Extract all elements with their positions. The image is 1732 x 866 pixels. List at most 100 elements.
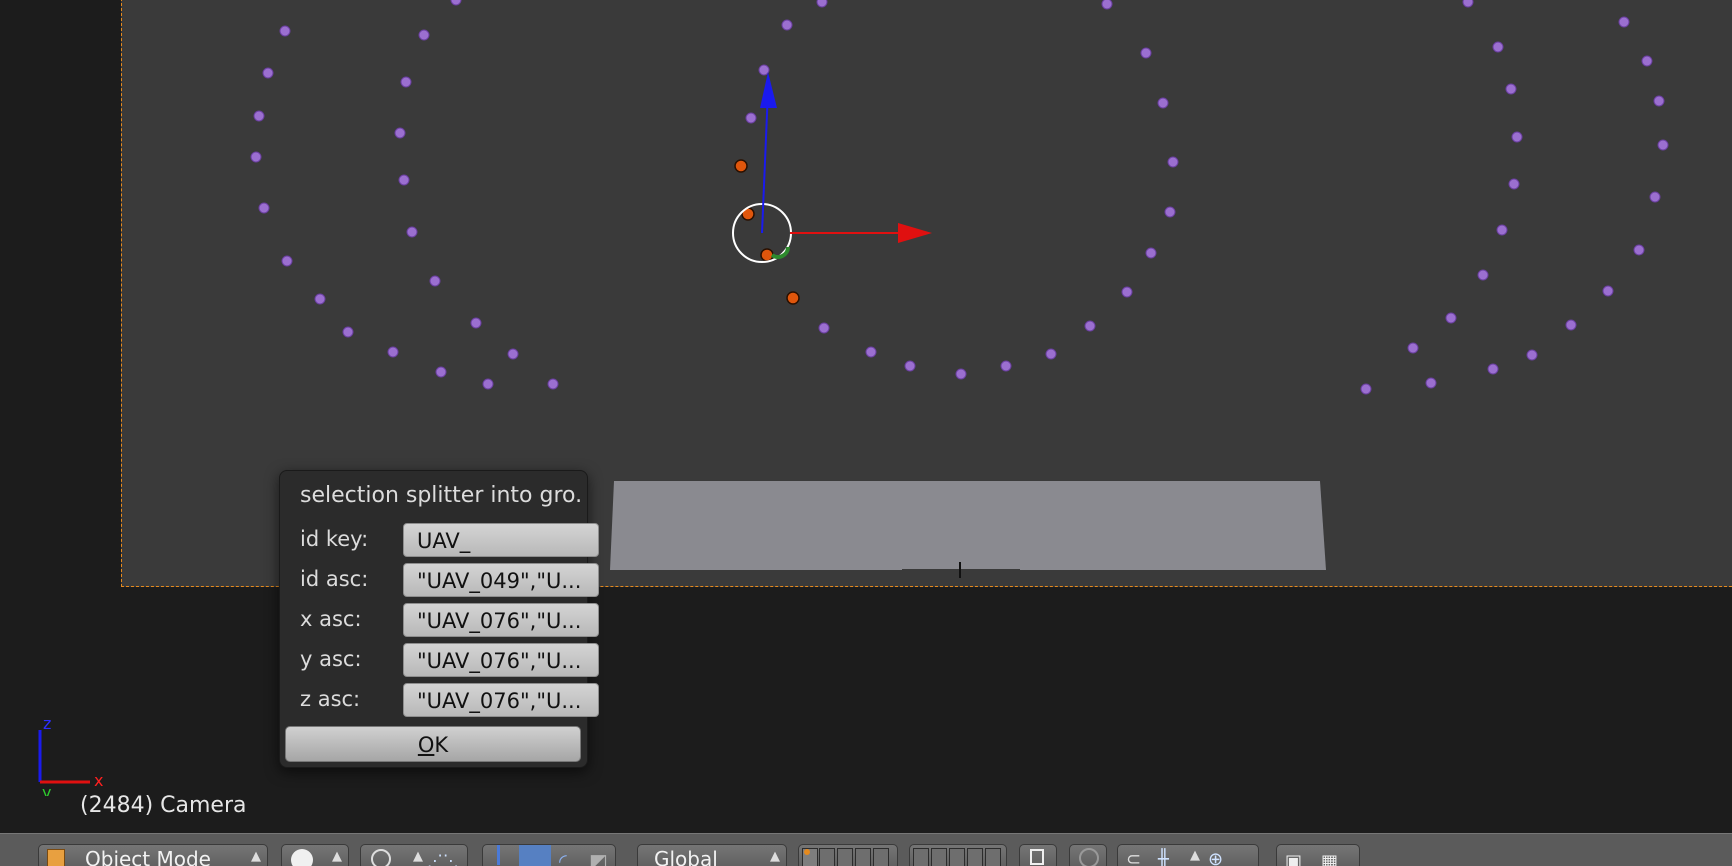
layer-9[interactable] [967,848,983,866]
lock-layer-button[interactable] [1019,844,1057,866]
ok-button[interactable]: OK [285,726,581,762]
z-asc-input[interactable]: "UAV_076","U... [403,683,599,717]
uav-point[interactable] [816,0,828,8]
layer-2[interactable] [819,848,835,866]
uav-point[interactable] [253,110,265,122]
uav-point[interactable] [781,19,793,31]
uav-point[interactable] [470,317,482,329]
gizmo-z-arrow[interactable] [760,72,777,108]
uav-point[interactable] [1145,247,1157,259]
uav-point[interactable] [1167,156,1179,168]
uav-point[interactable] [387,346,399,358]
uav-point[interactable] [1649,191,1661,203]
orientation-selector[interactable]: Global ▲ [637,844,787,866]
layer-7[interactable] [931,848,947,866]
selected-uav-point[interactable] [786,291,800,305]
uav-point[interactable] [1618,16,1630,28]
layer-5[interactable] [873,848,889,866]
snap-group[interactable]: ⊂ ╫ ▲ ⊕ [1117,844,1259,866]
3d-viewport[interactable]: z x y (2484) Camera selection splitter i… [0,0,1732,833]
uav-point[interactable] [1477,269,1489,281]
uav-point[interactable] [1164,206,1176,218]
uav-point[interactable] [1425,377,1437,389]
uav-point[interactable] [1360,383,1372,395]
scene-canvas[interactable] [0,0,1732,833]
pivot-selector[interactable]: ▲ ⋰⋱ [360,844,468,866]
layer-4[interactable] [855,848,871,866]
rotate-active-icon[interactable] [519,845,551,866]
layer-buttons-a[interactable] [798,844,898,866]
uav-point[interactable] [955,368,967,380]
uav-point[interactable] [1487,363,1499,375]
uav-point[interactable] [394,127,406,139]
shading-selector[interactable]: ▲ [281,844,349,866]
layer-6[interactable] [913,848,929,866]
uav-point[interactable] [1565,319,1577,331]
curve-icon[interactable]: ◜ [559,847,567,866]
gizmo-x-arrow[interactable] [898,223,932,243]
uav-point[interactable] [904,360,916,372]
uav-point[interactable] [1140,47,1152,59]
uav-point[interactable] [1000,360,1012,372]
uav-point[interactable] [1462,0,1474,8]
x-asc-input[interactable]: "UAV_076","U... [403,603,599,637]
snap-target-icon[interactable]: ╫ [1158,846,1169,866]
uav-point[interactable] [279,25,291,37]
render-animation-icon[interactable]: ▦ [1321,848,1338,866]
zoom-icon[interactable]: ⊕ [1208,846,1223,866]
layer-10[interactable] [985,848,1001,866]
uav-point[interactable] [435,366,447,378]
uav-point[interactable] [1653,95,1665,107]
mode-selector[interactable]: Object Mode ▲ [38,844,268,866]
uav-point[interactable] [429,275,441,287]
uav-point[interactable] [1511,131,1523,143]
splitter-dialog[interactable]: selection splitter into gro... id key: U… [279,470,599,768]
uav-point[interactable] [758,64,770,76]
uav-point[interactable] [1407,342,1419,354]
uav-point[interactable] [1084,320,1096,332]
scale-icon[interactable]: ◩ [589,847,608,866]
uav-point[interactable] [1492,41,1504,53]
transform-gizmo[interactable] [732,72,932,263]
uav-point[interactable] [1526,349,1538,361]
uav-point[interactable] [1657,139,1669,151]
uav-point[interactable] [482,378,494,390]
uav-point[interactable] [507,348,519,360]
proportional-edit-button[interactable] [1069,844,1107,866]
layer-3[interactable] [837,848,853,866]
uav-point[interactable] [1445,312,1457,324]
uav-point[interactable] [818,322,830,334]
y-asc-input[interactable]: "UAV_076","U... [403,643,599,677]
uav-point[interactable] [1045,348,1057,360]
translate-icon[interactable] [497,845,500,865]
layer-8[interactable] [949,848,965,866]
uav-point[interactable] [1121,286,1133,298]
uav-point[interactable] [1508,178,1520,190]
selected-uav-point[interactable] [760,248,774,262]
render-group[interactable]: ▣ ▦ [1276,844,1360,866]
ground-plane[interactable] [610,481,1326,570]
uav-point[interactable] [314,293,326,305]
uav-point[interactable] [418,29,430,41]
magnet-icon[interactable]: ⊂ [1126,846,1141,866]
uav-point[interactable] [281,255,293,267]
uav-point[interactable] [262,67,274,79]
uav-point[interactable] [342,326,354,338]
uav-point[interactable] [745,112,757,124]
uav-point[interactable] [1641,55,1653,67]
uav-point[interactable] [406,226,418,238]
layer-buttons-b[interactable] [909,844,1007,866]
id-key-input[interactable]: UAV_ [403,523,599,557]
manipulator-group[interactable]: ◜ ◩ [482,844,616,866]
selected-uav-point[interactable] [734,159,748,173]
uav-point[interactable] [1633,244,1645,256]
id-asc-input[interactable]: "UAV_049","U... [403,563,599,597]
uav-point[interactable] [1157,97,1169,109]
render-image-icon[interactable]: ▣ [1285,848,1302,866]
uav-point[interactable] [250,151,262,163]
uav-point[interactable] [258,202,270,214]
uav-point[interactable] [1496,224,1508,236]
uav-point[interactable] [865,346,877,358]
uav-point[interactable] [547,378,559,390]
uav-point[interactable] [398,174,410,186]
